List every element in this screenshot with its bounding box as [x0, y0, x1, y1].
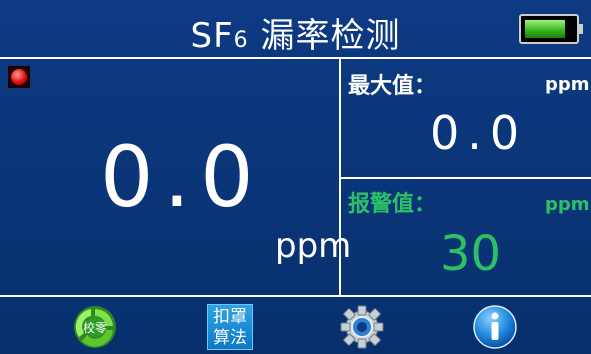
calibrate-label: 校零	[82, 321, 107, 335]
alarm-label: 报警值：	[348, 192, 437, 217]
alarm-unit: ppm	[545, 194, 590, 215]
divider	[0, 57, 591, 59]
page-title: SF6 漏率检测	[0, 8, 591, 57]
title-bar: SF6 漏率检测	[0, 0, 591, 58]
battery-icon	[519, 14, 583, 44]
max-value: 0.0	[430, 106, 528, 160]
divider	[0, 295, 591, 297]
title-prefix: SF	[190, 16, 234, 56]
gear-icon	[340, 305, 384, 349]
calibrate-button[interactable]: 校零	[72, 304, 118, 350]
main-unit: ppm	[275, 226, 352, 266]
algorithm-button[interactable]: 扣罩 算法	[207, 304, 253, 350]
screen: SF6 漏率检测 0.0 ppm 最大值： ppm 0.0 报警值： ppm 3…	[0, 0, 591, 354]
alarm-led-icon	[8, 66, 30, 88]
settings-button[interactable]	[339, 304, 385, 350]
title-text: 漏率检测	[248, 16, 401, 56]
algorithm-label-line2: 算法	[213, 328, 247, 348]
alarm-value: 30	[440, 226, 502, 282]
divider	[339, 177, 591, 179]
title-subscript: 6	[233, 28, 249, 53]
max-label: 最大值：	[348, 74, 437, 99]
info-button[interactable]	[472, 304, 518, 350]
info-icon	[473, 305, 517, 349]
algorithm-label-line1: 扣罩	[213, 307, 247, 327]
main-reading: 0.0	[100, 128, 264, 226]
max-unit: ppm	[545, 74, 590, 95]
